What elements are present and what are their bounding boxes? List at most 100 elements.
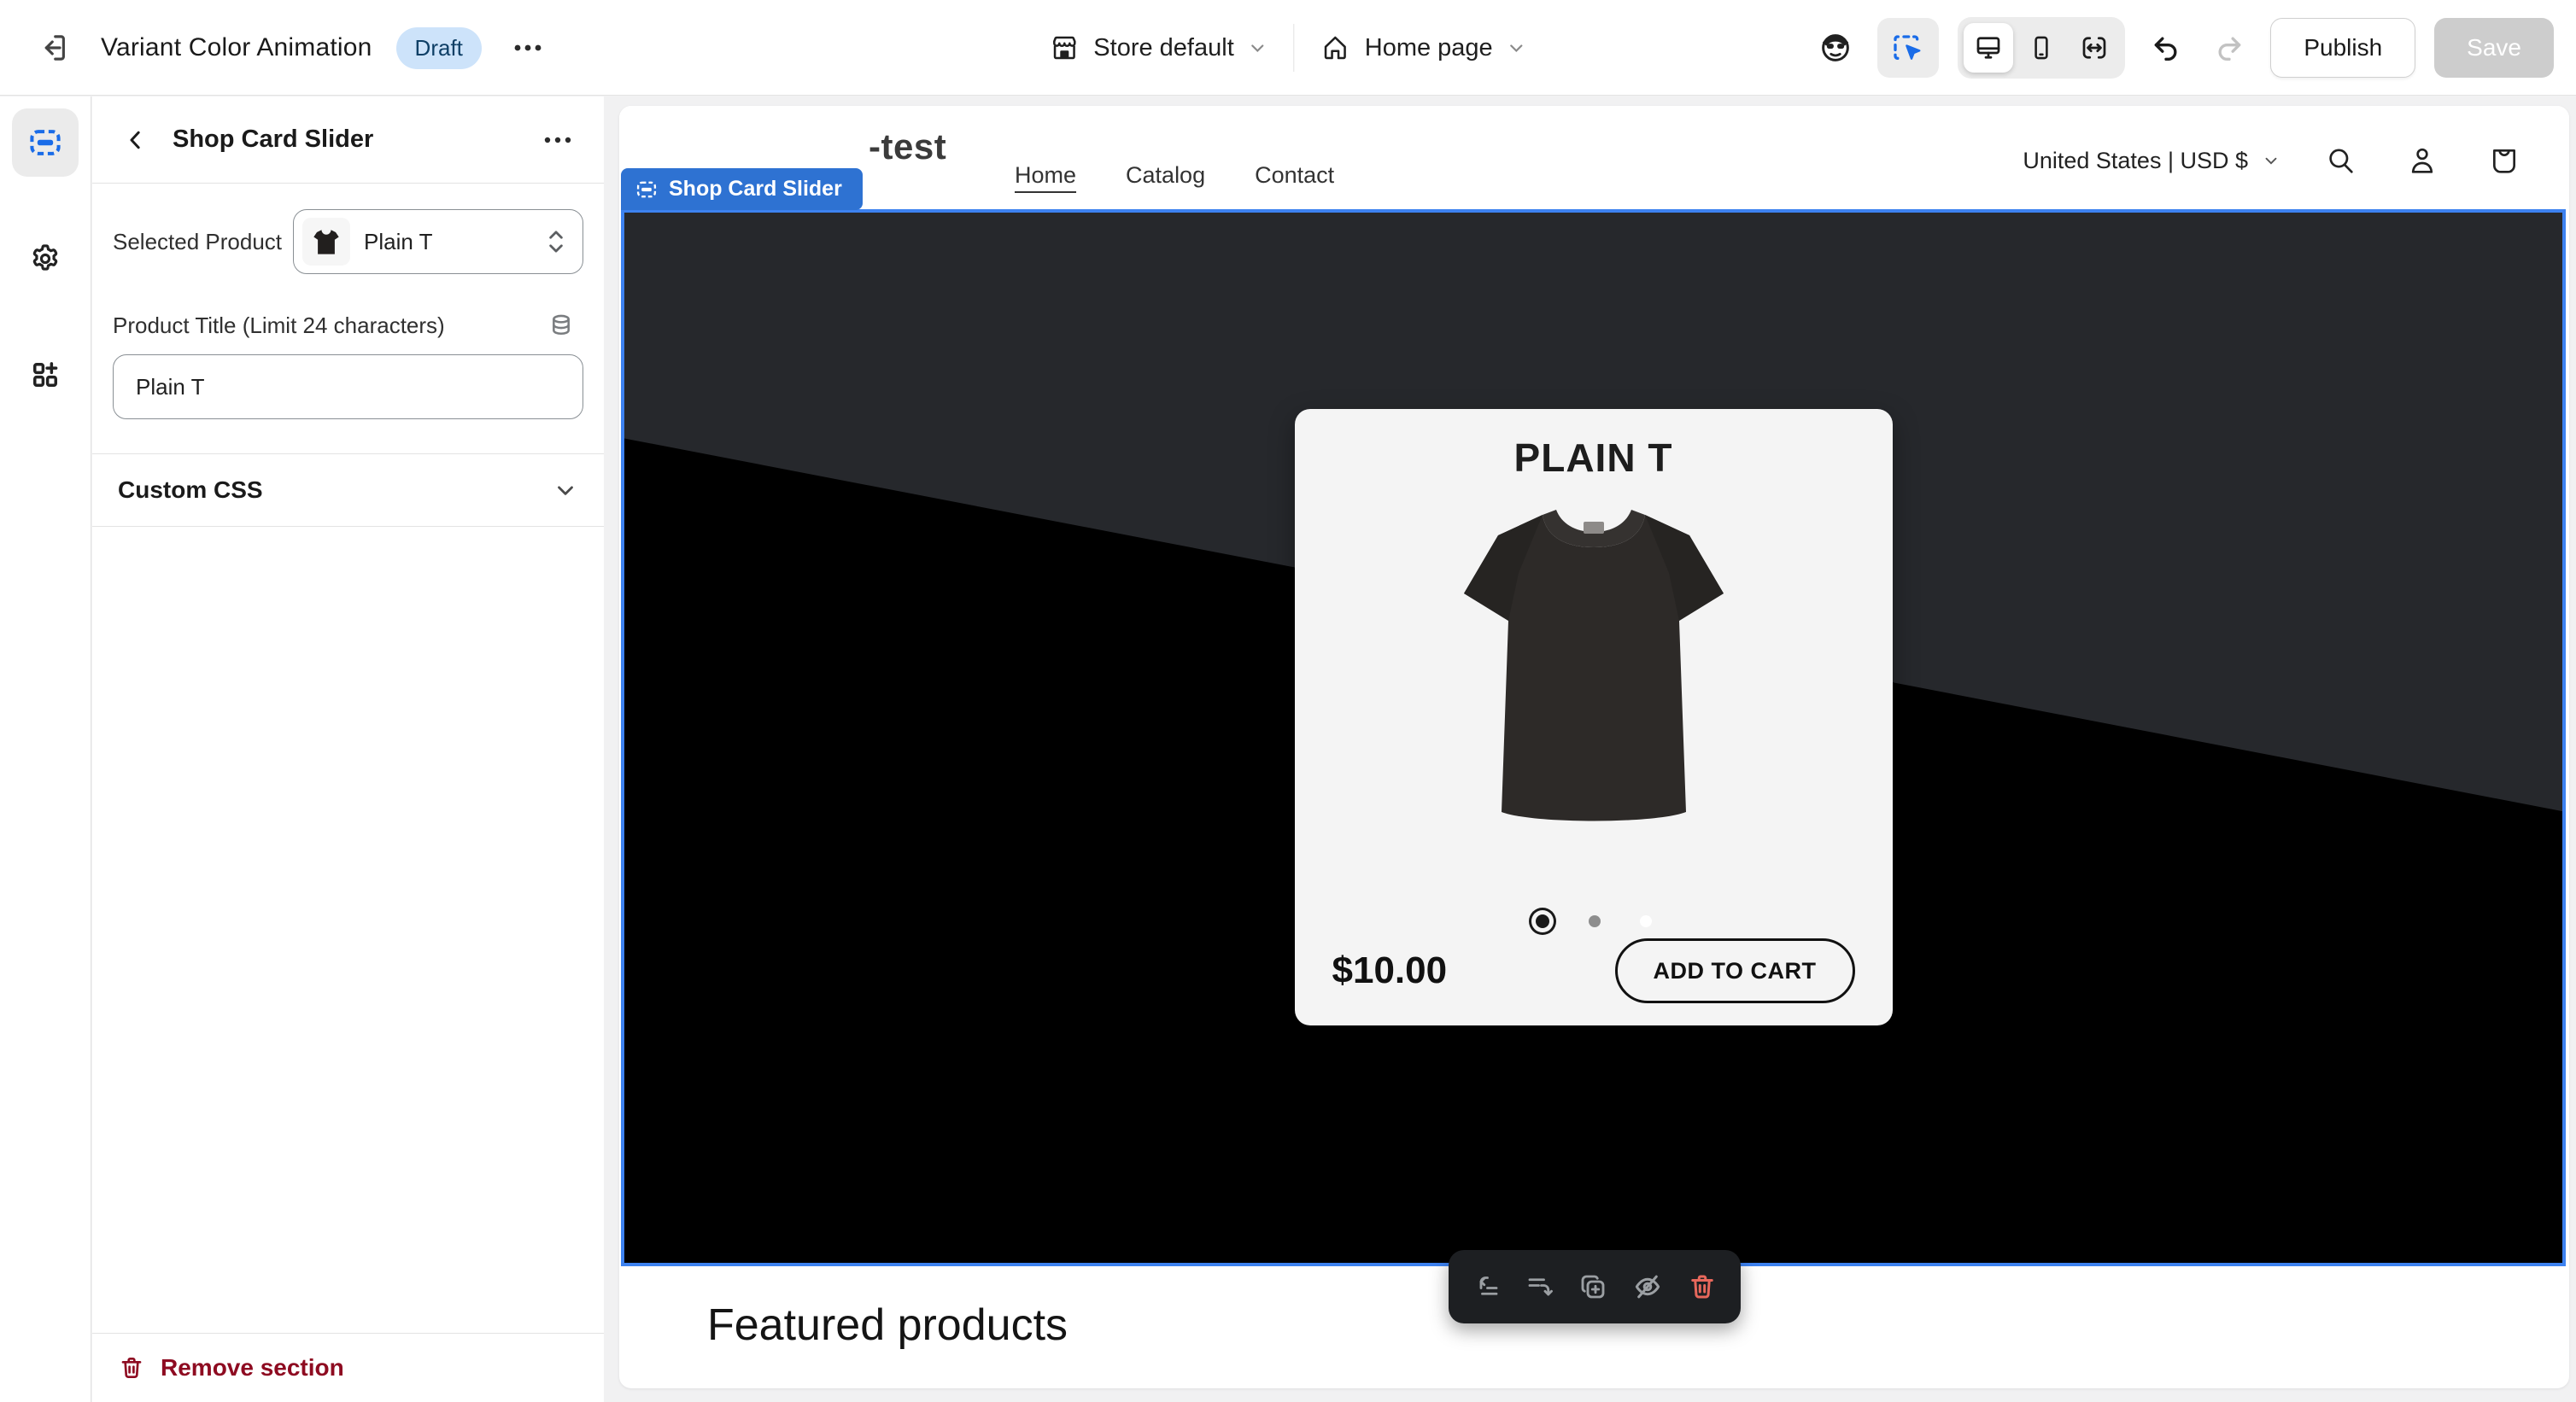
- undo-button[interactable]: [2144, 26, 2188, 70]
- selected-product-select[interactable]: Plain T: [293, 209, 583, 274]
- home-icon: [1320, 32, 1351, 63]
- store-context-label: Store default: [1093, 34, 1233, 62]
- nav-catalog-link[interactable]: Catalog: [1126, 162, 1205, 189]
- chevron-down-icon: [1507, 38, 1527, 58]
- section-settings-panel: Shop Card Slider Selected Product Plain …: [92, 96, 604, 1402]
- topbar-more-button[interactable]: [506, 38, 550, 58]
- back-chevron-icon: [123, 127, 149, 153]
- gear-icon: [27, 241, 63, 277]
- product-card: PLAIN T $10.00 ADD TO CART: [1295, 409, 1893, 1025]
- more-icon: [542, 136, 573, 144]
- product-thumbnail: [302, 218, 350, 266]
- storefront-search-button[interactable]: [2318, 138, 2362, 183]
- storefront-nav: Home Catalog Contact: [1015, 162, 1334, 189]
- move-up-icon: [1471, 1271, 1502, 1302]
- publish-button[interactable]: Publish: [2270, 18, 2415, 78]
- hide-section-button[interactable]: [1631, 1271, 1664, 1303]
- mobile-preview-button[interactable]: [2017, 23, 2066, 73]
- nav-contact-link[interactable]: Contact: [1255, 162, 1334, 189]
- delete-icon: [1687, 1271, 1718, 1302]
- inspect-sections-button[interactable]: [1877, 18, 1939, 78]
- panel-title: Shop Card Slider: [173, 126, 518, 154]
- store-context-selector[interactable]: Store default: [1049, 32, 1268, 63]
- persona-icon: [1818, 30, 1853, 66]
- exit-editor-button[interactable]: [31, 25, 77, 71]
- product-image: [1440, 494, 1748, 836]
- remove-section-label: Remove section: [161, 1354, 344, 1382]
- locale-label: United States | USD $: [2023, 148, 2248, 174]
- editor-topbar: Variant Color Animation Draft Store defa…: [0, 0, 2576, 96]
- selected-product-value: Plain T: [364, 229, 531, 255]
- device-preview-segmented: [1958, 17, 2125, 79]
- fullscreen-icon: [2079, 32, 2110, 63]
- trash-icon: [118, 1354, 145, 1382]
- page-context-label: Home page: [1365, 34, 1493, 62]
- panel-header: Shop Card Slider: [92, 96, 604, 184]
- product-price: $10.00: [1332, 949, 1448, 992]
- storefront-preview-canvas: -test Home Catalog Contact United States…: [619, 106, 2569, 1388]
- add-to-cart-button[interactable]: ADD TO CART: [1615, 938, 1855, 1003]
- move-down-icon: [1525, 1271, 1555, 1302]
- nav-home-link[interactable]: Home: [1015, 162, 1076, 189]
- chevron-down-icon: [1248, 38, 1268, 58]
- preview-persona-button[interactable]: [1812, 25, 1859, 71]
- undo-icon: [2149, 31, 2183, 65]
- storefront-header: -test Home Catalog Contact United States…: [619, 106, 2569, 215]
- product-title-input[interactable]: [113, 354, 583, 419]
- rail-apps-tab[interactable]: [12, 341, 79, 409]
- section-actions-toolbar: [1449, 1250, 1741, 1323]
- rail-sections-tab[interactable]: [12, 108, 79, 177]
- hide-icon: [1631, 1271, 1664, 1303]
- mobile-icon: [2027, 33, 2056, 62]
- redo-icon: [2212, 31, 2246, 65]
- move-section-up-button[interactable]: [1471, 1271, 1502, 1302]
- sections-icon: [26, 124, 64, 161]
- panel-footer: Remove section: [92, 1333, 604, 1402]
- panel-back-button[interactable]: [118, 122, 154, 158]
- storefront-icon: [1049, 32, 1080, 63]
- delete-section-button[interactable]: [1687, 1271, 1718, 1302]
- rail-theme-settings-tab[interactable]: [12, 225, 79, 293]
- locale-selector[interactable]: United States | USD $: [2023, 148, 2280, 174]
- desktop-preview-button[interactable]: [1964, 23, 2013, 73]
- sections-icon: [635, 178, 659, 202]
- chevron-down-icon: [2262, 151, 2280, 170]
- product-card-title: PLAIN T: [1295, 435, 1893, 481]
- product-title-label: Product Title (Limit 24 characters): [113, 313, 445, 339]
- storefront-cart-button[interactable]: [2482, 138, 2526, 183]
- remove-section-button[interactable]: Remove section: [118, 1354, 344, 1382]
- updown-icon: [545, 227, 567, 256]
- dynamic-source-button[interactable]: [547, 312, 575, 339]
- theme-title: Variant Color Animation: [101, 33, 372, 62]
- custom-css-label: Custom CSS: [118, 476, 263, 504]
- duplicate-section-button[interactable]: [1578, 1271, 1608, 1302]
- section-label-text: Shop Card Slider: [669, 177, 842, 202]
- save-button[interactable]: Save: [2434, 18, 2554, 78]
- chevron-down-icon: [553, 477, 578, 503]
- duplicate-icon: [1578, 1271, 1608, 1302]
- slider-dot[interactable]: [1589, 915, 1601, 927]
- cart-icon: [2487, 143, 2521, 178]
- topbar-center-divider: [1294, 24, 1295, 72]
- featured-products-heading: Featured products: [707, 1300, 1068, 1351]
- store-name-partial[interactable]: -test: [869, 126, 946, 167]
- section-label-badge[interactable]: Shop Card Slider: [621, 168, 863, 210]
- custom-css-collapsible[interactable]: Custom CSS: [92, 454, 604, 526]
- move-section-down-button[interactable]: [1525, 1271, 1555, 1302]
- storefront-account-button[interactable]: [2400, 138, 2444, 183]
- fullscreen-preview-button[interactable]: [2070, 23, 2119, 73]
- panel-more-button[interactable]: [537, 131, 578, 149]
- selected-product-label: Selected Product: [113, 229, 282, 255]
- status-badge: Draft: [396, 27, 482, 69]
- redo-button[interactable]: [2207, 26, 2251, 70]
- slider-dot-active[interactable]: [1536, 914, 1549, 928]
- slider-dot[interactable]: [1640, 915, 1652, 927]
- page-context-selector[interactable]: Home page: [1320, 32, 1527, 63]
- search-icon: [2323, 143, 2357, 178]
- inspect-icon: [1891, 31, 1925, 65]
- desktop-icon: [1973, 32, 2004, 63]
- shop-card-slider-section[interactable]: PLAIN T $10.00 ADD TO CART: [621, 209, 2566, 1266]
- editor-icon-rail: [0, 96, 91, 1402]
- tshirt-thumb-icon: [307, 223, 345, 260]
- dynamic-source-icon: [547, 312, 575, 339]
